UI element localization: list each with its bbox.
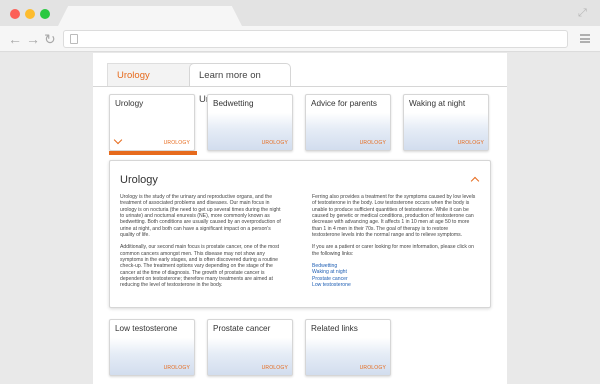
browser-toolbar: ← → ↻ [0, 26, 600, 52]
page-document-icon [70, 34, 78, 44]
card-urology[interactable]: Urology UROLOGY [109, 94, 195, 151]
card-title: Low testosterone [115, 324, 178, 333]
page-viewport: Urology products Learn more on Urology U… [0, 53, 600, 384]
panel-paragraph: Urology is the study of the urinary and … [120, 194, 281, 239]
minimize-window-button[interactable] [25, 9, 35, 19]
panel-links: Bedwetting Waking at night Prostate canc… [312, 263, 477, 288]
link-low-testosterone[interactable]: Low testosterone [312, 282, 477, 288]
card-badge: UROLOGY [359, 140, 386, 146]
hamburger-menu-icon[interactable] [580, 34, 590, 43]
active-card-indicator [109, 151, 197, 155]
card-title: Prostate cancer [213, 324, 271, 333]
panel-title: Urology [120, 174, 158, 186]
card-title: Advice for parents [311, 99, 377, 108]
card-badge: UROLOGY [163, 365, 190, 371]
section-tabs: Urology products Learn more on Urology [93, 63, 507, 105]
maximize-window-button[interactable] [40, 9, 50, 19]
chevron-up-icon[interactable] [470, 176, 480, 186]
card-badge: UROLOGY [261, 140, 288, 146]
forward-arrow-icon[interactable]: → [26, 31, 40, 47]
panel-paragraph: Additionally, our second main focus is p… [120, 244, 280, 289]
tab-urology-products[interactable]: Urology products [107, 63, 197, 105]
chevron-down-icon [113, 135, 123, 145]
card-badge: UROLOGY [359, 365, 386, 371]
card-badge: UROLOGY [457, 140, 484, 146]
card-badge: UROLOGY [163, 140, 190, 146]
tab-learn-more-urology[interactable]: Learn more on Urology [189, 63, 291, 105]
address-bar[interactable] [63, 30, 568, 48]
back-arrow-icon[interactable]: ← [8, 31, 22, 47]
browser-tab[interactable] [57, 6, 243, 28]
card-title: Urology [115, 99, 144, 108]
browser-titlebar: ⤢ [0, 0, 600, 28]
card-title: Related links [311, 324, 358, 333]
page-content: Urology products Learn more on Urology U… [93, 53, 507, 384]
card-advice-for-parents[interactable]: Advice for parents UROLOGY [305, 94, 391, 151]
panel-left-column: Urology is the study of the urinary and … [120, 194, 285, 295]
card-badge: UROLOGY [261, 365, 288, 371]
panel-paragraph: Ferring also provides a treatment for th… [312, 194, 476, 239]
fullscreen-icon[interactable]: ⤢ [578, 7, 590, 19]
card-title: Waking at night [409, 99, 466, 108]
panel-paragraph: If you are a patient or carer looking fo… [312, 244, 474, 257]
card-prostate-cancer[interactable]: Prostate cancer UROLOGY [207, 319, 293, 376]
reload-icon[interactable]: ↻ [44, 31, 56, 47]
card-bedwetting[interactable]: Bedwetting UROLOGY [207, 94, 293, 151]
close-window-button[interactable] [10, 9, 20, 19]
urology-detail-panel: Urology Urology is the study of the urin… [109, 160, 491, 308]
card-waking-at-night[interactable]: Waking at night UROLOGY [403, 94, 489, 151]
browser-window: ⤢ ← → ↻ Urology products Learn more on U… [0, 0, 600, 384]
card-title: Bedwetting [213, 99, 254, 108]
tabs-divider [93, 86, 507, 87]
card-related-links[interactable]: Related links UROLOGY [305, 319, 391, 376]
panel-right-column: Ferring also provides a treatment for th… [312, 194, 477, 288]
card-low-testosterone[interactable]: Low testosterone UROLOGY [109, 319, 195, 376]
